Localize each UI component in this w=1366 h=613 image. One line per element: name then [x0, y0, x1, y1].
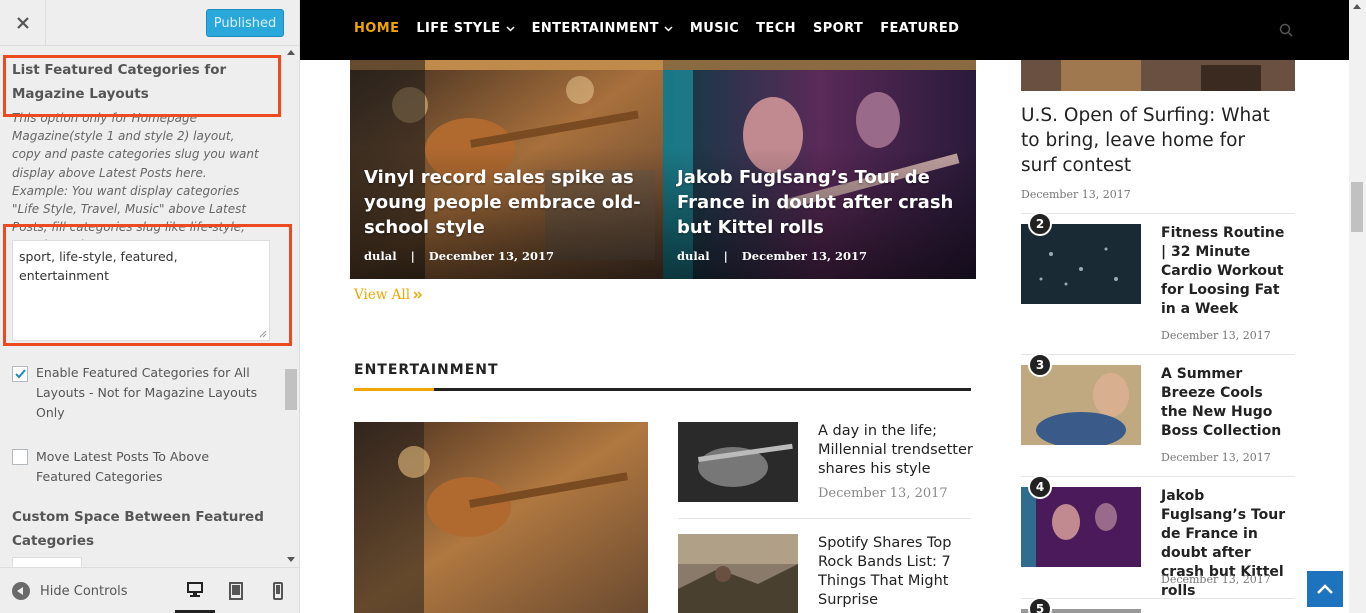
- mobile-icon: [273, 582, 283, 600]
- nav-life-style[interactable]: LIFE STYLE: [416, 21, 515, 36]
- featured-post-1[interactable]: Vinyl record sales spike as young people…: [350, 60, 663, 279]
- publish-button[interactable]: Published: [206, 9, 284, 37]
- double-chevron-right-icon: [413, 291, 423, 299]
- scroll-down-arrow-icon[interactable]: [287, 557, 295, 562]
- featured-categories-textarea[interactable]: sport, life-style, featured, entertainme…: [12, 240, 270, 341]
- man-guitar-image: [1021, 365, 1141, 445]
- meta-separator: |: [723, 249, 728, 263]
- post-thumbnail-1[interactable]: [678, 422, 798, 502]
- right-divider: [1021, 213, 1295, 214]
- section-divider: [354, 388, 971, 391]
- textarea-value: sport, life-style, featured, entertainme…: [19, 249, 178, 283]
- section-divider-accent: [354, 388, 434, 391]
- singer-image: [1021, 487, 1141, 567]
- rank-badge: 2: [1028, 212, 1052, 236]
- author[interactable]: dulal: [677, 249, 710, 263]
- rank-badge: 5: [1028, 597, 1052, 613]
- move-latest-posts-label: Move Latest Posts To Above Featured Cate…: [36, 449, 210, 484]
- nav-entertainment[interactable]: ENTERTAINMENT: [532, 21, 673, 36]
- ranked-thumbnail-2[interactable]: [1021, 224, 1141, 304]
- back-to-top-button[interactable]: [1307, 571, 1343, 607]
- ranked-title-3[interactable]: A Summer Breeze Cools the New Hugo Boss …: [1161, 365, 1293, 441]
- bw-guitar-image: [678, 422, 798, 502]
- main-navigation: HOME LIFE STYLE ENTERTAINMENT MUSIC TECH…: [300, 0, 1349, 60]
- section-title: List Featured Categories for Magazine La…: [12, 62, 227, 102]
- meta-separator: |: [410, 249, 415, 263]
- space-between-label: Custom Space Between Featured Categories: [12, 509, 264, 549]
- preview-mobile-button[interactable]: [258, 568, 298, 613]
- rank-badge: 3: [1028, 353, 1052, 377]
- customizer-controls: List Featured Categories for Magazine La…: [0, 47, 286, 567]
- right-top-date: December 13, 2017: [1021, 188, 1131, 201]
- featured-post-1-meta: dulal | December 13, 2017: [364, 249, 554, 263]
- move-latest-posts-checkbox[interactable]: [12, 449, 28, 465]
- preview-tablet-button[interactable]: [216, 568, 256, 613]
- post-title-2[interactable]: Spotify Shares Top Rock Bands List: 7 Th…: [818, 534, 978, 610]
- close-customizer-button[interactable]: [0, 0, 46, 46]
- chevron-up-icon: [1317, 584, 1333, 594]
- chevron-down-icon: [506, 25, 515, 32]
- surfing-image: [1021, 60, 1295, 91]
- search-icon[interactable]: [1279, 23, 1293, 37]
- featured-post-2-title[interactable]: Jakob Fuglsang’s Tour de France in doubt…: [677, 165, 967, 240]
- guitarist-image: [354, 422, 648, 613]
- close-icon: [16, 17, 29, 29]
- hide-controls-button[interactable]: Hide Controls: [12, 582, 128, 600]
- section-description: This option only for Homepage Magazine(s…: [12, 111, 259, 252]
- author[interactable]: dulal: [364, 249, 397, 263]
- post-divider: [678, 518, 971, 519]
- view-all-link[interactable]: View All: [354, 287, 423, 303]
- nav-sport[interactable]: SPORT: [813, 21, 863, 36]
- preview-desktop-button[interactable]: [175, 568, 215, 613]
- site-preview: HOME LIFE STYLE ENTERTAINMENT MUSIC TECH…: [300, 0, 1349, 613]
- post-thumbnail-2[interactable]: [678, 534, 798, 613]
- page-scroll-thumb[interactable]: [1351, 182, 1363, 232]
- featured-post-2-meta: dulal | December 13, 2017: [677, 249, 867, 263]
- post-date: December 13, 2017: [428, 249, 554, 263]
- enable-featured-checkbox[interactable]: [12, 366, 28, 382]
- nav-tech[interactable]: TECH: [756, 21, 796, 36]
- scroll-up-arrow-icon[interactable]: [287, 50, 295, 55]
- ranked-date-2: December 13, 2017: [1161, 329, 1271, 342]
- right-top-title[interactable]: U.S. Open of Surfing: What to bring, lea…: [1021, 103, 1286, 178]
- right-divider: [1021, 476, 1295, 477]
- ranked-date-3: December 13, 2017: [1161, 451, 1271, 464]
- ranked-thumbnail-4[interactable]: [1021, 487, 1141, 567]
- customizer-scrollbar[interactable]: [284, 47, 298, 567]
- ranked-title-2[interactable]: Fitness Routine | 32 Minute Cardio Worko…: [1161, 224, 1293, 319]
- right-divider: [1021, 598, 1295, 599]
- particles-image: [1021, 224, 1141, 304]
- section-heading-entertainment[interactable]: ENTERTAINMENT: [354, 362, 499, 378]
- right-top-image[interactable]: [1021, 60, 1295, 91]
- enable-featured-label: Enable Featured Categories for All Layou…: [36, 365, 258, 420]
- scroll-up-arrow-icon[interactable]: [1353, 4, 1361, 9]
- featured-post-1-title[interactable]: Vinyl record sales spike as young people…: [364, 165, 654, 240]
- post-date-1: December 13, 2017: [818, 486, 948, 501]
- chevron-down-icon: [664, 25, 673, 32]
- mountain-guitarist-image: [678, 534, 798, 613]
- tablet-icon: [229, 582, 243, 600]
- ranked-thumbnail-3[interactable]: [1021, 365, 1141, 445]
- desktop-icon: [187, 582, 203, 597]
- featured-post-2[interactable]: Jakob Fuglsang’s Tour de France in doubt…: [663, 60, 976, 279]
- post-title-1[interactable]: A day in the life; Millennial trendsette…: [818, 422, 978, 479]
- scroll-thumb[interactable]: [285, 369, 297, 410]
- ranked-date-4: December 13, 2017: [1161, 573, 1271, 586]
- nav-featured[interactable]: FEATURED: [880, 21, 959, 36]
- nav-music[interactable]: MUSIC: [690, 21, 739, 36]
- customizer-footer: Hide Controls: [0, 567, 299, 613]
- collapse-arrow-icon: [12, 582, 30, 600]
- hide-controls-label: Hide Controls: [40, 583, 128, 599]
- space-between-input[interactable]: [12, 557, 82, 567]
- nav-home[interactable]: HOME: [354, 21, 399, 36]
- customizer-panel: Published List Featured Categories for M…: [0, 0, 300, 613]
- post-date: December 13, 2017: [741, 249, 867, 263]
- right-divider: [1021, 354, 1295, 355]
- page-scrollbar[interactable]: [1349, 0, 1366, 613]
- checkmark-icon: [15, 369, 26, 379]
- resize-grip-icon[interactable]: [259, 330, 267, 338]
- rank-badge: 4: [1028, 475, 1052, 499]
- customizer-header: Published: [0, 0, 299, 46]
- entertainment-main-image[interactable]: [354, 422, 648, 613]
